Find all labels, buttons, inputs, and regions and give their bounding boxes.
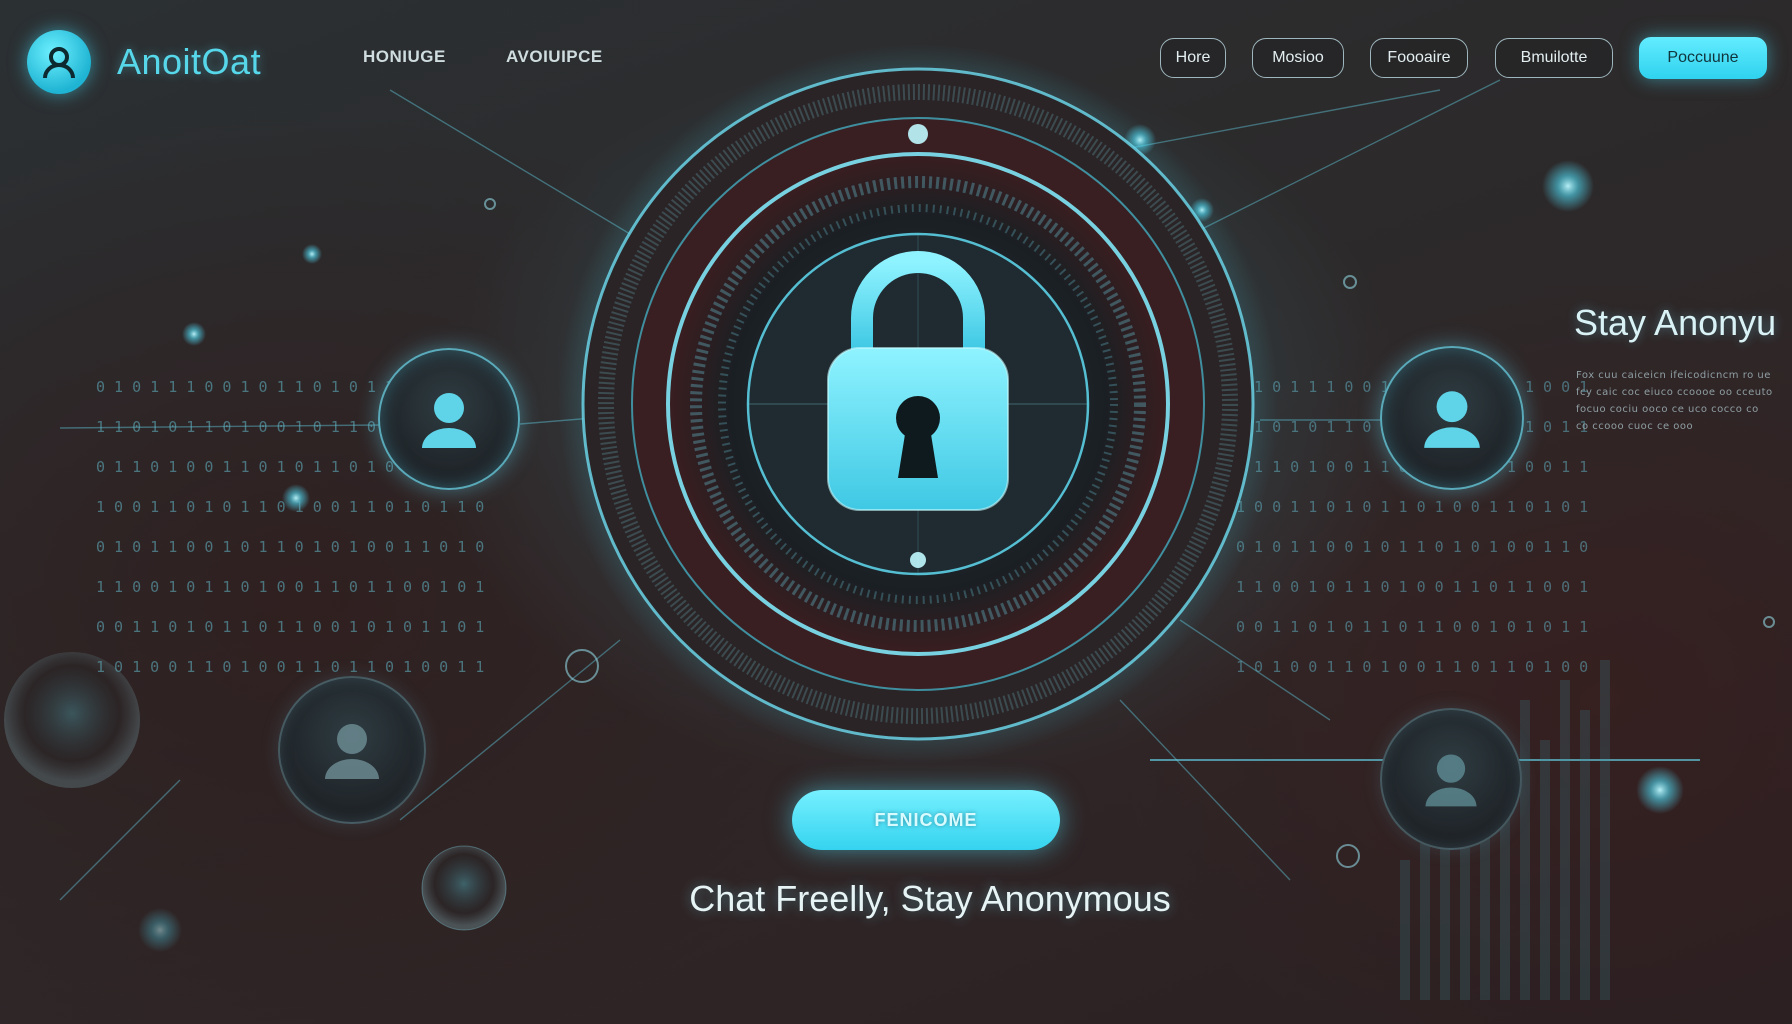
side-panel-line: fcy caic coc eiuco ccoooe oo cceuto xyxy=(1576,387,1773,398)
side-panel-line: focuo cociu ooco ce uco cocco co xyxy=(1576,404,1759,415)
user-avatar-left xyxy=(378,348,520,490)
side-panel-title: Stay Anonyu xyxy=(1574,302,1777,343)
user-avatar-bottom-left xyxy=(278,676,426,824)
user-icon xyxy=(325,724,379,779)
nav-item-2[interactable]: Mosioo xyxy=(1252,38,1344,78)
app-name: AnoitOat xyxy=(117,41,262,82)
hero-tagline: Chat Freelly, Stay Anonymous xyxy=(689,878,1171,919)
top-link-1[interactable]: HONIUGE xyxy=(363,47,446,67)
side-panel-line: co ccooo cuoc ce ooo xyxy=(1576,421,1694,432)
nav-item-3[interactable]: Foooaire xyxy=(1370,38,1468,78)
user-logo-icon xyxy=(27,30,91,94)
nav-item-1[interactable]: Hore xyxy=(1160,38,1226,78)
user-icon xyxy=(1424,391,1480,448)
lock-emblem xyxy=(558,44,1278,764)
cta-button[interactable]: Poccuune xyxy=(1639,37,1767,79)
side-panel-line: Fox cuu caiceicn ifeicodicncm ro ue xyxy=(1576,370,1771,381)
user-avatar-bottom-right xyxy=(1380,708,1522,850)
welcome-button[interactable]: FENICOME xyxy=(792,790,1060,850)
top-link-2[interactable]: AVOIUIPCE xyxy=(506,47,603,67)
nav-item-4[interactable]: Bmuilotte xyxy=(1495,38,1613,78)
user-icon xyxy=(422,393,476,448)
brand-logo[interactable]: AnoitOat xyxy=(27,30,261,94)
side-panel-text: Fox cuu caiceicn ifeicodicncm ro ue fcy … xyxy=(1576,370,1792,438)
user-icon xyxy=(1425,754,1477,807)
user-avatar-right xyxy=(1380,346,1524,490)
